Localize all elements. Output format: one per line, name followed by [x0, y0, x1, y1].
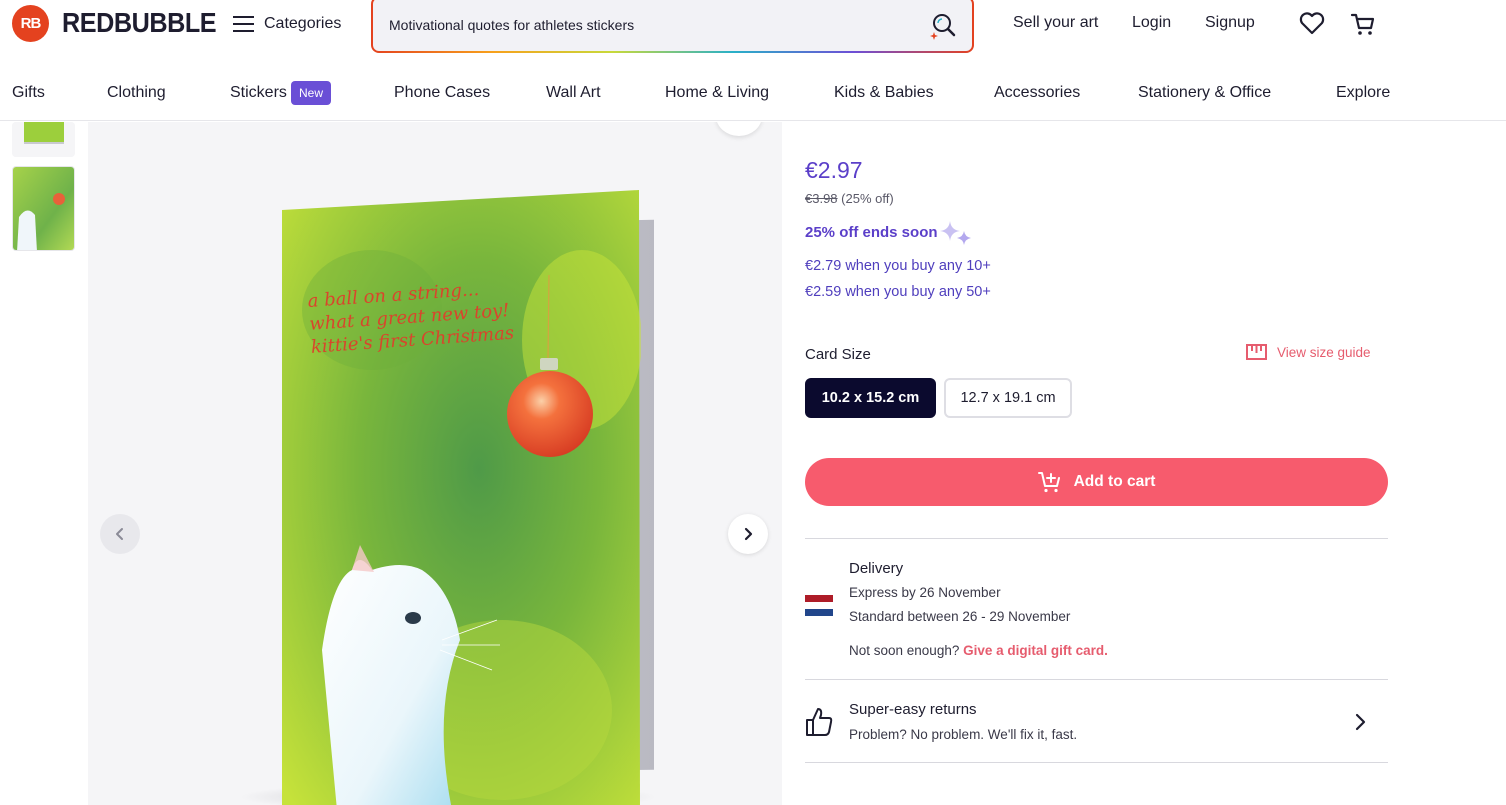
size-guide-label: View size guide: [1277, 344, 1371, 360]
size-option-12x19[interactable]: 12.7 x 19.1 cm: [944, 378, 1072, 418]
gallery-next-button[interactable]: [728, 514, 768, 554]
not-soon-text: Not soon enough?: [849, 643, 964, 658]
nav-gifts[interactable]: Gifts: [12, 84, 45, 102]
original-price-line: €3.98 (25% off): [805, 191, 894, 206]
cart-plus-icon: [1037, 472, 1060, 493]
login-link[interactable]: Login: [1132, 14, 1171, 32]
add-to-cart-label: Add to cart: [1073, 473, 1156, 490]
delivery-express: Express by 26 November: [849, 585, 1001, 600]
bulk-price-10: €2.79 when you buy any 10+: [805, 258, 991, 274]
size-option-10x15[interactable]: 10.2 x 15.2 cm: [805, 378, 936, 418]
thumbs-up-icon: [806, 708, 833, 736]
delivery-gift-line: Not soon enough? Give a digital gift car…: [849, 643, 1108, 658]
returns-title: Super-easy returns: [849, 701, 977, 718]
returns-subtitle: Problem? No problem. We'll fix it, fast.: [849, 727, 1078, 742]
discount-text: (25% off): [837, 191, 894, 206]
categories-button[interactable]: Categories: [233, 12, 341, 36]
product-price: €2.97: [805, 157, 863, 183]
chevron-right-icon[interactable]: [1350, 712, 1370, 732]
search-box: [373, 0, 972, 51]
chevron-right-icon: [744, 527, 753, 541]
new-badge: New: [291, 81, 331, 105]
nav-phone-cases[interactable]: Phone Cases: [394, 84, 490, 102]
delivery-standard: Standard between 26 - 29 November: [849, 609, 1071, 624]
redbubble-logo[interactable]: RB REDBUBBLE: [12, 3, 233, 43]
nav-wall-art[interactable]: Wall Art: [546, 84, 601, 102]
category-nav: Gifts Clothing Stickers Phone Cases Wall…: [0, 68, 1506, 121]
cart-icon[interactable]: [1349, 10, 1377, 38]
logo-wordmark: REDBUBBLE: [62, 7, 217, 38]
sale-ends-text: 25% off ends soon: [805, 224, 938, 241]
netherlands-flag-icon: [805, 595, 833, 616]
delivery-title: Delivery: [849, 560, 904, 577]
nav-home-living[interactable]: Home & Living: [665, 84, 769, 102]
gallery-previous-button[interactable]: [100, 514, 140, 554]
gallery-top-button[interactable]: [716, 122, 762, 136]
original-price: €3.98: [805, 191, 838, 206]
divider: [805, 538, 1388, 539]
sparkle-icon: [940, 221, 971, 245]
nav-explore[interactable]: Explore: [1336, 84, 1390, 102]
nav-stationery-office[interactable]: Stationery & Office: [1138, 84, 1271, 102]
search-bar: [371, 0, 974, 53]
gallery-thumbnail-2[interactable]: [12, 166, 75, 251]
card-verse: a ball on a string... what a great new t…: [307, 276, 515, 359]
heart-icon[interactable]: [1298, 9, 1326, 37]
nav-accessories[interactable]: Accessories: [994, 84, 1080, 102]
categories-label: Categories: [264, 15, 342, 32]
chevron-left-icon: [116, 528, 123, 540]
size-guide-link[interactable]: View size guide: [1246, 344, 1371, 360]
ruler-icon: [1246, 344, 1267, 360]
nav-kids-babies[interactable]: Kids & Babies: [834, 84, 934, 102]
product-gallery: [88, 122, 782, 805]
site-header: RB REDBUBBLE Categories Sell your art Lo…: [0, 0, 1506, 53]
sell-your-art-link[interactable]: Sell your art: [1013, 14, 1098, 32]
search-input[interactable]: [389, 8, 909, 42]
gallery-thumbnail-1[interactable]: [12, 122, 75, 157]
nav-stickers[interactable]: Stickers: [230, 84, 287, 102]
divider: [805, 679, 1388, 680]
nav-clothing[interactable]: Clothing: [107, 84, 166, 102]
signup-link[interactable]: Signup: [1205, 14, 1255, 32]
bulk-price-50: €2.59 when you buy any 50+: [805, 284, 991, 300]
menu-icon: [233, 16, 254, 32]
logo-badge: RB: [12, 4, 49, 42]
digital-gift-card-link[interactable]: Give a digital gift card.: [963, 643, 1108, 658]
search-icon[interactable]: [928, 11, 958, 41]
add-to-cart-button[interactable]: Add to cart: [805, 458, 1388, 506]
card-size-label: Card Size: [805, 346, 871, 363]
divider: [805, 762, 1388, 763]
